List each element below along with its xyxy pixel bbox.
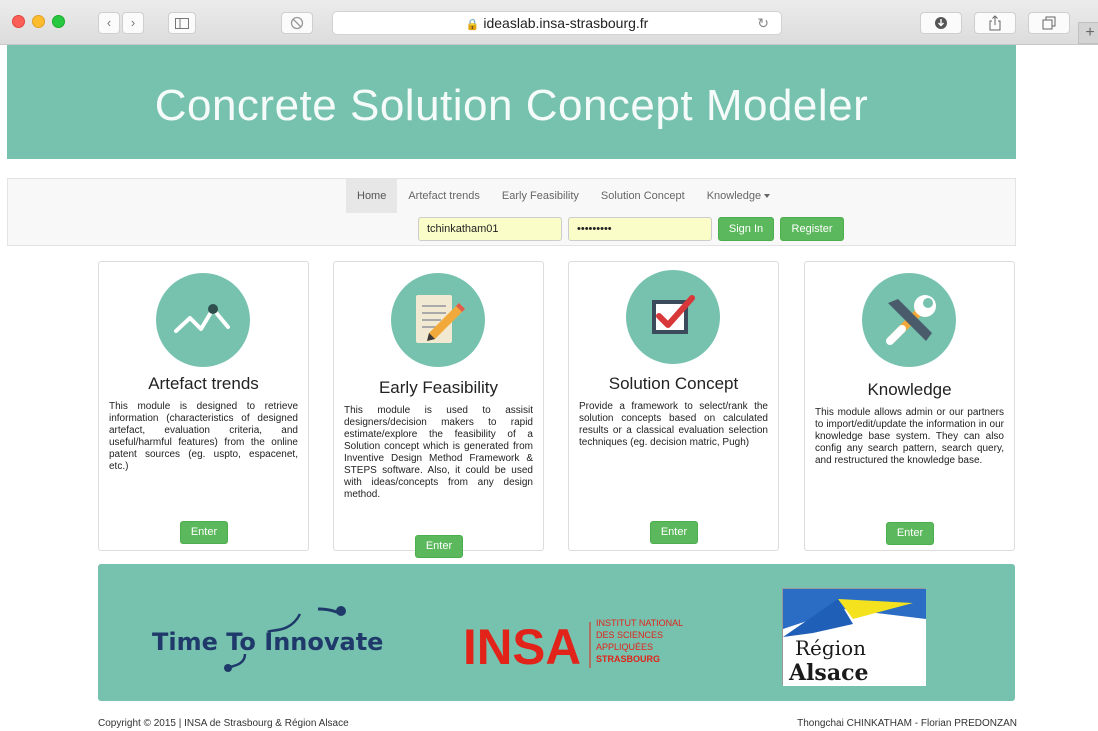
tools-icon: [862, 273, 956, 367]
address-bar[interactable]: 🔒 ideaslab.insa-strasbourg.fr ↻: [332, 11, 782, 35]
register-button[interactable]: Register: [780, 217, 844, 241]
nav-item-early-feasibility[interactable]: Early Feasibility: [491, 179, 590, 213]
tti-logo-text: Time To Innovate: [152, 628, 383, 656]
nav-item-knowledge-label: Knowledge: [706, 190, 762, 202]
trend-line-icon: [156, 273, 250, 367]
download-icon: [935, 17, 947, 29]
url-text: ideaslab.insa-strasbourg.fr: [483, 15, 649, 31]
nav-item-knowledge[interactable]: Knowledge: [696, 179, 781, 213]
insa-strasbourg-logo: INSA INSTITUT NATIONAL DES SCIENCES APPL…: [463, 618, 683, 672]
card-description: This module allows admin or our partners…: [815, 407, 1004, 466]
minimize-window-button[interactable]: [32, 15, 45, 28]
maximize-window-button[interactable]: [52, 15, 65, 28]
checkbox-icon: [626, 270, 720, 364]
module-card-knowledge: Knowledge This module allows admin or ou…: [804, 261, 1015, 551]
plus-icon: +: [1085, 24, 1095, 41]
card-description: Provide a framework to select/rank the s…: [579, 401, 768, 448]
module-card-artefact-trends: Artefact trends This module is designed …: [98, 261, 309, 551]
nav-item-home[interactable]: Home: [346, 179, 398, 213]
new-tab-button[interactable]: +: [1078, 22, 1098, 44]
chevron-left-icon: ‹: [106, 15, 112, 30]
navbar: Home Artefact trends Early Feasibility S…: [7, 178, 1016, 246]
header-banner: Concrete Solution Concept Modeler: [7, 45, 1016, 159]
card-description: This module is designed to retrieve info…: [109, 401, 298, 472]
sign-in-button[interactable]: Sign In: [718, 217, 774, 241]
tabs-icon: [1042, 16, 1056, 30]
chevron-right-icon: ›: [130, 15, 136, 30]
partners-banner: Time To Innovate INSA INSTITUT NATIONAL …: [98, 564, 1015, 701]
card-title: Knowledge: [867, 380, 952, 399]
lock-icon: 🔒: [465, 19, 480, 31]
region-alsace-logo: Région Alsace: [782, 588, 926, 686]
enter-button[interactable]: Enter: [886, 522, 934, 545]
region-text-bottom: Alsace: [788, 660, 868, 686]
close-window-button[interactable]: [12, 15, 25, 28]
reload-icon[interactable]: ↻: [757, 12, 769, 34]
module-card-solution-concept: Solution Concept Provide a framework to …: [568, 261, 779, 551]
authors-text: Thongchai CHINKATHAM - Florian PREDONZAN: [797, 718, 1017, 729]
enter-button[interactable]: Enter: [650, 521, 698, 544]
username-input[interactable]: [418, 217, 562, 241]
nav-menu: Home Artefact trends Early Feasibility S…: [346, 179, 781, 213]
insa-line-4: STRASBOURG: [596, 654, 660, 664]
tabs-overview-button[interactable]: [1028, 12, 1070, 34]
browser-toolbar: ‹ › 🔒 ideaslab.insa-strasbourg.fr ↻ +: [0, 0, 1098, 45]
back-button[interactable]: ‹: [98, 12, 120, 34]
copyright-text: Copyright © 2015 | INSA de Strasbourg & …: [98, 718, 349, 729]
enter-button[interactable]: Enter: [415, 535, 463, 558]
enter-button[interactable]: Enter: [180, 521, 228, 544]
caret-down-icon: [764, 194, 771, 199]
page-title: Concrete Solution Concept Modeler: [154, 81, 869, 130]
insa-line-1: INSTITUT NATIONAL: [596, 618, 683, 628]
insa-line-2: DES SCIENCES: [596, 630, 663, 640]
content-blocker-button[interactable]: [281, 12, 313, 34]
time-to-innovate-logo: Time To Innovate: [152, 606, 383, 672]
sidebar-toggle-button[interactable]: [168, 12, 196, 34]
card-title: Early Feasibility: [378, 378, 499, 397]
blocked-icon: [290, 16, 304, 30]
share-icon: [989, 15, 1001, 31]
nav-item-solution-concept[interactable]: Solution Concept: [590, 179, 696, 213]
sidebar-icon: [175, 18, 189, 29]
login-form: Sign In Register: [418, 217, 844, 241]
password-input[interactable]: [568, 217, 712, 241]
nav-item-artefact-trends[interactable]: Artefact trends: [397, 179, 491, 213]
insa-line-3: APPLIQUÉES: [596, 642, 653, 652]
notepad-pencil-icon: [391, 273, 485, 367]
insa-logo-text: INSA: [463, 619, 581, 672]
downloads-button[interactable]: [920, 12, 962, 34]
region-text-top: Région: [795, 636, 866, 660]
module-card-early-feasibility: Early Feasibility This module is used to…: [333, 261, 544, 558]
share-button[interactable]: [974, 12, 1016, 34]
forward-button[interactable]: ›: [122, 12, 144, 34]
card-title: Artefact trends: [148, 374, 259, 393]
card-title: Solution Concept: [608, 374, 739, 393]
card-description: This module is used to assisit designers…: [344, 405, 533, 500]
